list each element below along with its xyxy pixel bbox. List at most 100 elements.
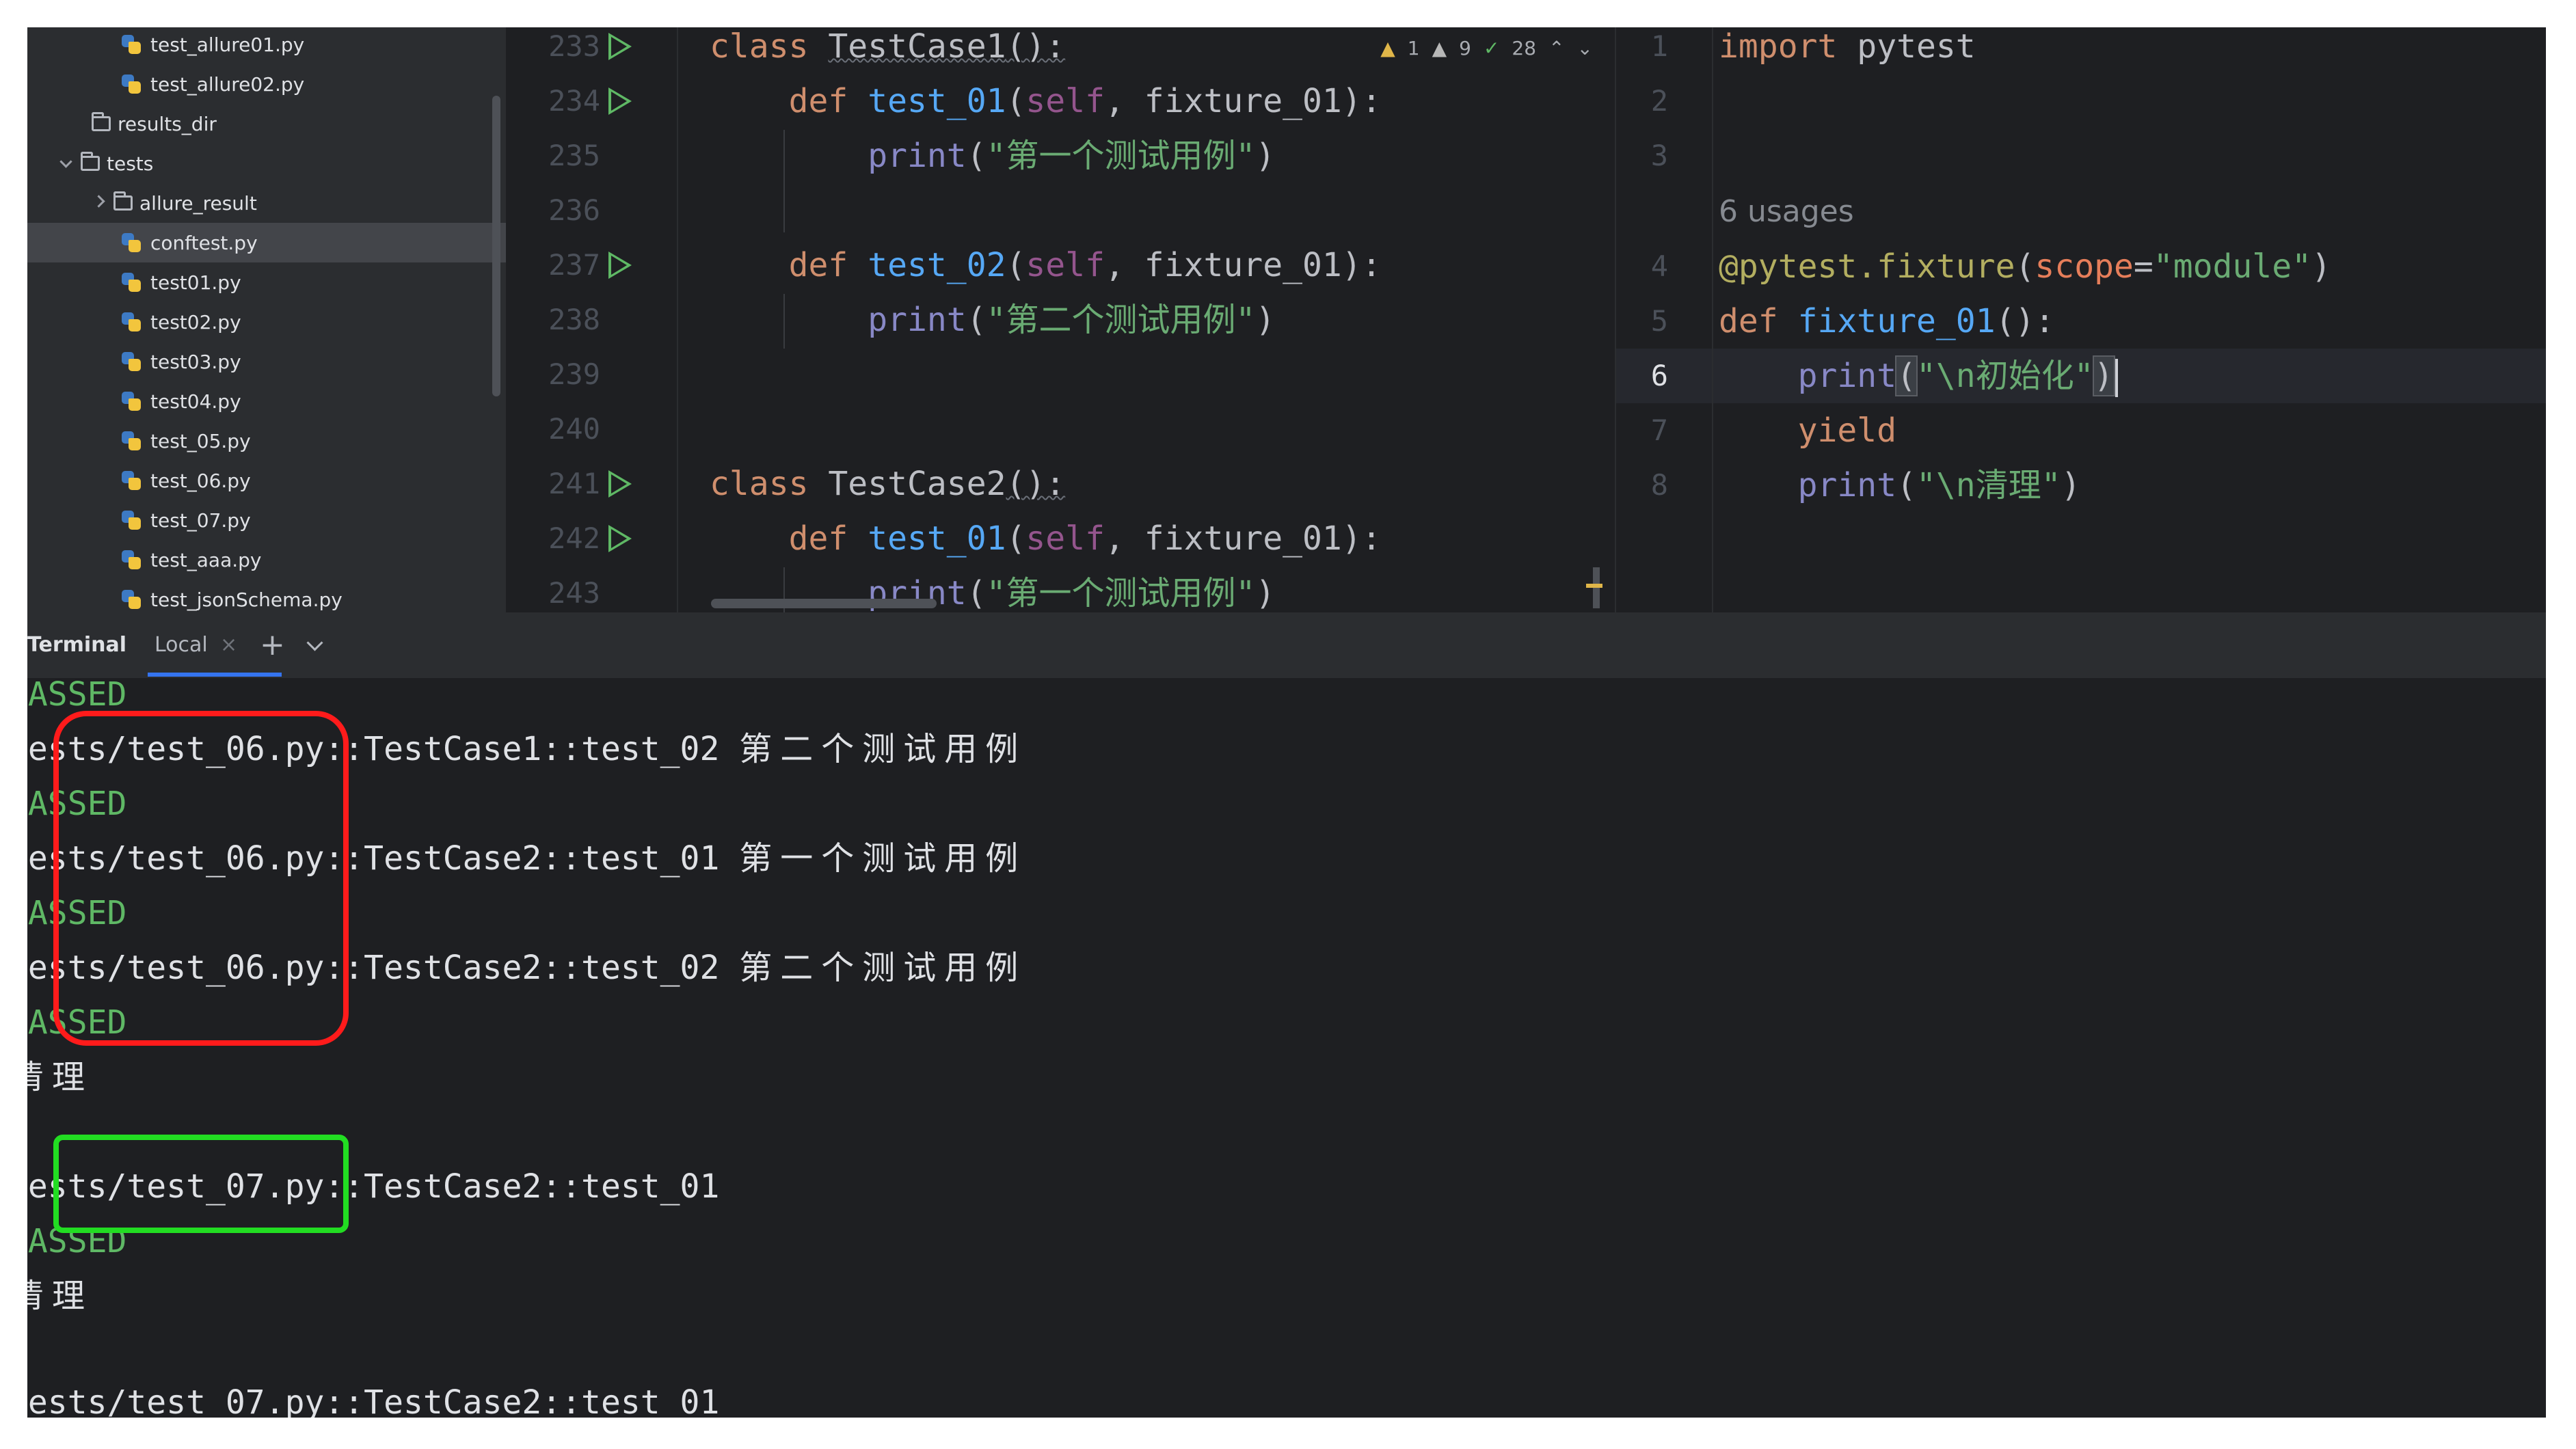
tree-item-allure-result[interactable]: allure_result (27, 183, 506, 223)
add-tab-button[interactable]: + (260, 612, 285, 678)
run-test-icon[interactable] (608, 87, 632, 115)
run-test-icon[interactable] (608, 470, 632, 498)
code-line-7: yield (1797, 411, 1897, 450)
code-line-237: def test_02(self, fixture_01): (788, 246, 1382, 284)
ide-window: test_allure01.py test_allure02.py result… (27, 27, 2546, 1418)
python-file-icon (122, 352, 141, 371)
tree-item-test-allure02[interactable]: test_allure02.py (27, 64, 506, 104)
terminal-line: 清理 (27, 1277, 94, 1315)
code-line-241: class TestCase2(): (710, 465, 1066, 503)
line-number: 4 (1650, 249, 1668, 283)
python-file-icon (122, 550, 141, 569)
weak-warning-icon: ▲ (1432, 36, 1447, 59)
code-line-242: def test_01(self, fixture_01): (788, 519, 1382, 558)
line-number: 233 (548, 29, 600, 63)
folder-icon (81, 152, 100, 171)
python-file-icon (122, 511, 141, 530)
tree-item-test-05[interactable]: test_05.py (27, 421, 506, 461)
terminal-line: 清理 (27, 1058, 94, 1096)
tree-item-label: test_jsonSchema.py (150, 588, 343, 611)
tree-item-test-aaa[interactable]: test_aaa.py (27, 540, 506, 580)
line-number: 239 (548, 357, 600, 391)
code-line-4: @pytest.fixture(scope="module") (1719, 247, 2331, 286)
run-test-icon[interactable] (608, 525, 632, 552)
tree-item-test-07[interactable]: test_07.py (27, 500, 506, 540)
tree-item-label: test_allure01.py (150, 33, 305, 56)
line-number: 1 (1650, 29, 1668, 63)
line-number: 2 (1650, 84, 1668, 118)
close-icon[interactable]: × (220, 612, 237, 678)
vertical-scrollbar[interactable] (1586, 567, 1602, 608)
chevron-down-icon[interactable] (306, 634, 323, 651)
tree-item-label: test_05.py (150, 429, 251, 452)
tree-scrollbar[interactable] (492, 96, 500, 396)
python-file-icon (122, 75, 141, 94)
tree-item-test-06[interactable]: test_06.py (27, 461, 506, 500)
python-file-icon (122, 35, 141, 54)
python-file-icon (122, 233, 141, 252)
tree-item-label: test02.py (150, 310, 241, 334)
line-number: 243 (548, 576, 600, 610)
line-number: 242 (548, 522, 600, 555)
terminal-toolbar: Terminal Local × + (27, 612, 2546, 678)
annotation-green-box (53, 1135, 349, 1233)
text-cursor (2115, 359, 2118, 397)
code-line-6: print("\n初始化") (1719, 349, 2118, 403)
python-file-icon (122, 471, 141, 490)
horizontal-scrollbar[interactable] (711, 599, 937, 608)
tree-item-label: test04.py (150, 390, 241, 413)
line-number: 238 (548, 303, 600, 336)
gutter-divider (1712, 27, 1713, 612)
tree-item-label: test01.py (150, 271, 241, 294)
terminal-line: tests/test_07.py::TestCase2::test_01 (27, 1383, 720, 1418)
python-file-icon (122, 392, 141, 411)
line-number: 3 (1650, 139, 1668, 172)
tree-item-label: test_allure02.py (150, 72, 305, 96)
warning-icon: ▲ (1380, 36, 1395, 59)
line-number: 8 (1650, 468, 1668, 502)
tree-item-label: test_07.py (150, 509, 251, 532)
tree-item-conftest[interactable]: conftest.py (27, 223, 506, 262)
tree-item-test03[interactable]: test03.py (27, 342, 506, 381)
inspection-widget[interactable]: ▲ 1 ▲ 9 ✓ 28 ⌃ ⌄ (1380, 27, 1593, 68)
code-line-233: class TestCase1(): (710, 27, 1066, 66)
warning-count: 1 (1407, 36, 1420, 59)
line-number: 236 (548, 193, 600, 227)
annotation-red-box (53, 711, 349, 1046)
ok-count: 28 (1512, 36, 1537, 59)
run-test-icon[interactable] (608, 33, 632, 60)
usages-hint[interactable]: 6 usages (1719, 185, 1854, 239)
chevron-right-icon[interactable] (92, 195, 107, 211)
code-line-1: import pytest (1719, 27, 1976, 66)
python-file-icon (122, 590, 141, 609)
tree-item-test04[interactable]: test04.py (27, 381, 506, 421)
code-line-238: print("第二个测试用例") (868, 301, 1276, 339)
tree-item-label: test_aaa.py (150, 548, 262, 571)
chevron-down-icon[interactable] (59, 156, 74, 171)
chevron-down-icon[interactable]: ⌄ (1577, 37, 1593, 59)
tab-local[interactable]: Local (155, 612, 208, 678)
tree-item-tests[interactable]: tests (27, 144, 506, 183)
editor-left[interactable]: 233 234 235 236 237 238 239 240 241 242 … (506, 27, 1613, 612)
tree-item-label: allure_result (139, 191, 257, 215)
tree-item-test-allure01[interactable]: test_allure01.py (27, 27, 506, 64)
tree-item-test01[interactable]: test01.py (27, 262, 506, 302)
project-tree: test_allure01.py test_allure02.py result… (27, 27, 506, 612)
code-line-5: def fixture_01(): (1719, 302, 2055, 340)
chevron-up-icon[interactable]: ⌃ (1548, 37, 1564, 59)
tree-item-test-jsonschema[interactable]: test_jsonSchema.py (27, 580, 506, 612)
run-test-icon[interactable] (608, 252, 632, 279)
tree-item-test02[interactable]: test02.py (27, 302, 506, 342)
line-number: 241 (548, 467, 600, 500)
python-file-icon (122, 431, 141, 450)
python-file-icon (122, 312, 141, 331)
line-number: 5 (1650, 304, 1668, 338)
terminal-title[interactable]: Terminal (27, 612, 126, 678)
terminal-output[interactable]: PASSED tests/test_06.py::TestCase1::test… (27, 678, 2546, 1418)
python-file-icon (122, 273, 141, 292)
folder-icon (92, 112, 111, 131)
editor-right[interactable]: 1 2 3 4 5 6 7 8 import pytest 6 usages @… (1615, 27, 2546, 612)
tree-item-results-dir[interactable]: results_dir (27, 104, 506, 144)
line-number: 6 (1650, 359, 1668, 392)
gutter-divider (677, 27, 678, 612)
